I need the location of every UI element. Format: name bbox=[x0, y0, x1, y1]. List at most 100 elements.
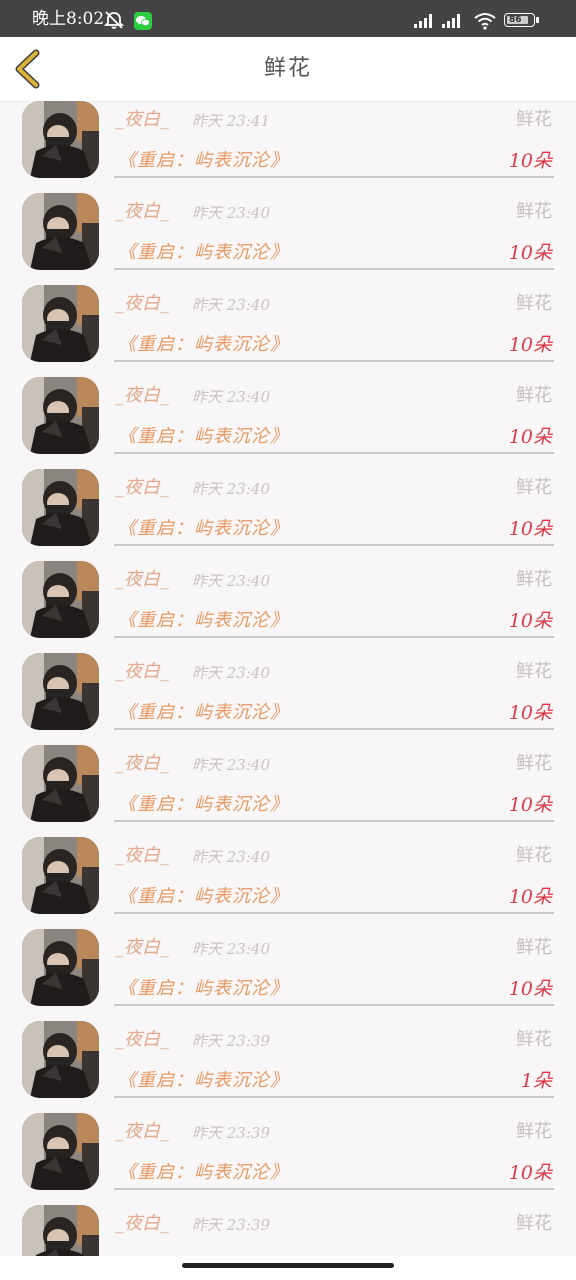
gift-count: 10朵 bbox=[508, 334, 552, 356]
list-item[interactable]: _夜白_ 昨天 23:40 鲜花 《重启：屿表沉沦》 10朵 bbox=[0, 645, 576, 737]
avatar[interactable] bbox=[22, 929, 99, 1006]
record-time: 昨天 23:39 bbox=[192, 1032, 270, 1050]
list-item[interactable]: _夜白_ 昨天 23:40 鲜花 《重启：屿表沉沦》 10朵 bbox=[0, 829, 576, 921]
book-title[interactable]: 《重启：屿表沉沦》 bbox=[118, 1069, 289, 1093]
user-name[interactable]: _夜白_ bbox=[115, 201, 169, 223]
book-title[interactable]: 《重启：屿表沉沦》 bbox=[118, 425, 289, 449]
list-item[interactable]: _夜白_ 昨天 23:41 鲜花 《重启：屿表沉沦》 10朵 bbox=[0, 101, 576, 185]
gift-count: 10朵 bbox=[508, 426, 552, 448]
user-name[interactable]: _夜白_ bbox=[115, 569, 169, 591]
book-title[interactable]: 《重启：屿表沉沦》 bbox=[118, 977, 289, 1001]
gift-count: 10朵 bbox=[508, 242, 552, 264]
status-bar: 晚上8:02 86 bbox=[0, 0, 576, 37]
list-item[interactable]: _夜白_ 昨天 23:39 鲜花 《重启：屿表沉沦》 10朵 bbox=[0, 1105, 576, 1197]
gift-count: 10朵 bbox=[508, 610, 552, 632]
divider bbox=[114, 912, 554, 914]
user-name[interactable]: _夜白_ bbox=[115, 1029, 169, 1051]
book-title[interactable]: 《重启：屿表沉沦》 bbox=[118, 241, 289, 265]
divider bbox=[114, 1096, 554, 1098]
divider bbox=[114, 268, 554, 270]
gift-type: 鲜花 bbox=[516, 1029, 552, 1050]
list-item[interactable]: _夜白_ 昨天 23:40 鲜花 《重启：屿表沉沦》 10朵 bbox=[0, 277, 576, 369]
list-item[interactable]: _夜白_ 昨天 23:40 鲜花 《重启：屿表沉沦》 10朵 bbox=[0, 553, 576, 645]
book-title[interactable]: 《重启：屿表沉沦》 bbox=[118, 793, 289, 817]
record-time: 昨天 23:40 bbox=[192, 296, 270, 314]
avatar[interactable] bbox=[22, 285, 99, 362]
record-time: 昨天 23:39 bbox=[192, 1124, 270, 1142]
user-name[interactable]: _夜白_ bbox=[115, 753, 169, 775]
gift-type: 鲜花 bbox=[516, 753, 552, 774]
user-name[interactable]: _夜白_ bbox=[115, 293, 169, 315]
book-title[interactable]: 《重启：屿表沉沦》 bbox=[118, 1161, 289, 1185]
status-time: 晚上8:02 bbox=[32, 9, 105, 29]
divider bbox=[114, 360, 554, 362]
user-name[interactable]: _夜白_ bbox=[115, 1121, 169, 1143]
gift-type: 鲜花 bbox=[516, 569, 552, 590]
book-title[interactable]: 《重启：屿表沉沦》 bbox=[118, 885, 289, 909]
list-item[interactable]: _夜白_ 昨天 23:40 鲜花 《重启：屿表沉沦》 10朵 bbox=[0, 921, 576, 1013]
list-item[interactable]: _夜白_ 昨天 23:40 鲜花 《重启：屿表沉沦》 10朵 bbox=[0, 737, 576, 829]
avatar[interactable] bbox=[22, 193, 99, 270]
page-title: 鲜花 bbox=[263, 56, 312, 81]
book-title[interactable]: 《重启：屿表沉沦》 bbox=[118, 517, 289, 541]
user-name[interactable]: _夜白_ bbox=[115, 845, 169, 867]
gift-count: 10朵 bbox=[508, 886, 552, 908]
user-name[interactable]: _夜白_ bbox=[115, 937, 169, 959]
record-time: 昨天 23:40 bbox=[192, 940, 270, 958]
record-time: 昨天 23:41 bbox=[192, 112, 270, 130]
gift-type: 鲜花 bbox=[516, 477, 552, 498]
home-gesture-bar[interactable] bbox=[182, 1263, 394, 1268]
gift-type: 鲜花 bbox=[516, 1213, 552, 1234]
user-name[interactable]: _夜白_ bbox=[115, 477, 169, 499]
alarm-off-icon bbox=[103, 10, 125, 34]
record-time: 昨天 23:40 bbox=[192, 572, 270, 590]
gift-count: 1朵 bbox=[520, 1070, 552, 1092]
avatar[interactable] bbox=[22, 377, 99, 454]
gift-count: 10朵 bbox=[508, 702, 552, 724]
gift-count: 10朵 bbox=[508, 518, 552, 540]
divider bbox=[114, 452, 554, 454]
avatar[interactable] bbox=[22, 561, 99, 638]
gift-type: 鲜花 bbox=[516, 109, 552, 130]
user-name[interactable]: _夜白_ bbox=[115, 1213, 169, 1235]
divider bbox=[114, 636, 554, 638]
avatar[interactable] bbox=[22, 653, 99, 730]
divider bbox=[114, 1004, 554, 1006]
list-item[interactable]: _夜白_ 昨天 23:40 鲜花 《重启：屿表沉沦》 10朵 bbox=[0, 185, 576, 277]
avatar[interactable] bbox=[22, 469, 99, 546]
book-title[interactable]: 《重启：屿表沉沦》 bbox=[118, 333, 289, 357]
gift-type: 鲜花 bbox=[516, 293, 552, 314]
book-title[interactable]: 《重启：屿表沉沦》 bbox=[118, 609, 289, 633]
avatar[interactable] bbox=[22, 837, 99, 914]
record-time: 昨天 23:40 bbox=[192, 848, 270, 866]
record-time: 昨天 23:40 bbox=[192, 756, 270, 774]
gift-type: 鲜花 bbox=[516, 385, 552, 406]
avatar[interactable] bbox=[22, 1113, 99, 1190]
record-time: 昨天 23:40 bbox=[192, 664, 270, 682]
avatar[interactable] bbox=[22, 745, 99, 822]
wifi-icon bbox=[474, 12, 496, 34]
list-item[interactable]: _夜白_ 昨天 23:40 鲜花 《重启：屿表沉沦》 10朵 bbox=[0, 461, 576, 553]
list-item[interactable]: _夜白_ 昨天 23:40 鲜花 《重启：屿表沉沦》 10朵 bbox=[0, 369, 576, 461]
gesture-area bbox=[0, 1256, 576, 1280]
user-name[interactable]: _夜白_ bbox=[115, 661, 169, 683]
gift-type: 鲜花 bbox=[516, 1121, 552, 1142]
flower-record-list[interactable]: _夜白_ 昨天 23:41 鲜花 《重启：屿表沉沦》 10朵 _夜白_ 昨天 2… bbox=[0, 101, 576, 1256]
user-name[interactable]: _夜白_ bbox=[115, 385, 169, 407]
divider bbox=[114, 728, 554, 730]
gift-count: 10朵 bbox=[508, 150, 552, 172]
avatar[interactable] bbox=[22, 101, 99, 178]
gift-count: 10朵 bbox=[508, 1162, 552, 1184]
flower-records-page: 晚上8:02 86 鲜花 _夜白_ 昨天 23:41 鲜花 《重启：屿表沉沦》 … bbox=[0, 0, 576, 1280]
user-name[interactable]: _夜白_ bbox=[115, 109, 169, 131]
list-item[interactable]: _夜白_ 昨天 23:39 鲜花 《重启：屿表沉沦》 1朵 bbox=[0, 1013, 576, 1105]
signal-icon bbox=[442, 12, 464, 32]
battery-icon: 86 bbox=[504, 13, 540, 29]
avatar[interactable] bbox=[22, 1021, 99, 1098]
list-item[interactable]: _夜白_ 昨天 23:39 鲜花 bbox=[0, 1197, 576, 1256]
avatar[interactable] bbox=[22, 1205, 99, 1256]
book-title[interactable]: 《重启：屿表沉沦》 bbox=[118, 701, 289, 725]
book-title[interactable]: 《重启：屿表沉沦》 bbox=[118, 149, 289, 173]
list-content: _夜白_ 昨天 23:41 鲜花 《重启：屿表沉沦》 10朵 _夜白_ 昨天 2… bbox=[0, 101, 576, 1256]
record-time: 昨天 23:40 bbox=[192, 204, 270, 222]
